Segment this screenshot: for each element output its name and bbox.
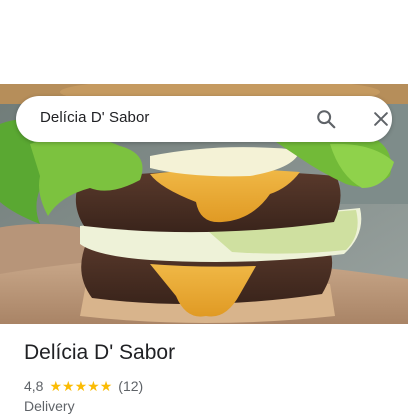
search-button[interactable] bbox=[312, 105, 340, 133]
rating-stars: ★ ★ ★ ★ ★ bbox=[49, 379, 112, 393]
search-bar[interactable]: Delícia D' Sabor bbox=[16, 96, 392, 142]
star-icon: ★ bbox=[87, 378, 100, 394]
top-blank-area bbox=[0, 0, 408, 84]
star-icon: ★ bbox=[74, 378, 88, 394]
rating-value: 4,8 bbox=[24, 378, 44, 394]
clear-search-button[interactable] bbox=[367, 105, 395, 133]
search-input[interactable]: Delícia D' Sabor bbox=[40, 109, 150, 126]
close-icon bbox=[374, 112, 388, 126]
place-info-panel: Delícia D' Sabor 4,8 ★ ★ ★ ★ ★ (12) Deli… bbox=[0, 324, 408, 414]
rating-row[interactable]: 4,8 ★ ★ ★ ★ ★ (12) bbox=[24, 377, 143, 395]
place-title: Delícia D' Sabor bbox=[24, 341, 176, 364]
search-icon bbox=[317, 110, 336, 129]
place-category: Delivery bbox=[24, 398, 75, 414]
review-count: (12) bbox=[118, 378, 144, 394]
star-icon: ★ bbox=[99, 378, 113, 394]
star-icon: ★ bbox=[62, 378, 75, 394]
star-icon: ★ bbox=[49, 378, 63, 394]
